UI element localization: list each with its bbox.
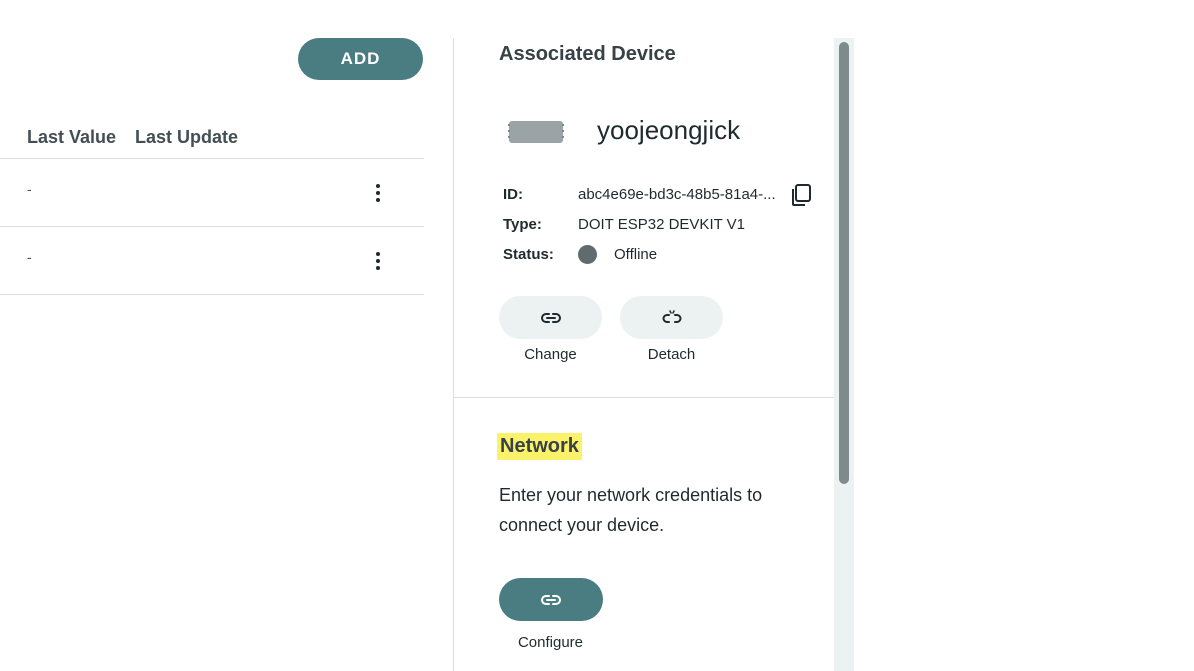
configure-network-button[interactable] [499, 578, 603, 621]
last-value-cell: - [27, 181, 32, 197]
link-icon [541, 594, 561, 605]
unlink-icon [662, 309, 681, 323]
status-offline-indicator [578, 245, 597, 264]
table-header: Last Value Last Update [0, 116, 424, 159]
status-label: Status: [503, 246, 554, 263]
link-icon [540, 312, 561, 323]
detach-label: Detach [647, 346, 696, 363]
section-divider [454, 397, 835, 398]
table-row[interactable]: - [0, 159, 424, 227]
id-label: ID: [503, 186, 523, 203]
table-row[interactable]: - [0, 227, 424, 295]
copy-icon[interactable] [788, 182, 814, 208]
type-label: Type: [503, 216, 542, 233]
network-description: Enter your network credentials to connec… [499, 485, 763, 535]
change-device-button[interactable] [499, 296, 602, 339]
device-board-icon [508, 121, 564, 143]
device-name: yoojeongjick [597, 115, 741, 145]
device-type-value: DOIT ESP32 DEVKIT V1 [578, 216, 746, 233]
last-value-cell: - [27, 249, 32, 265]
status-value: Offline [614, 246, 658, 263]
change-label: Change [524, 346, 577, 363]
more-vertical-icon[interactable] [366, 249, 390, 273]
detach-device-button[interactable] [620, 296, 723, 339]
more-vertical-icon[interactable] [366, 181, 390, 205]
column-header-last-value[interactable]: Last Value [27, 127, 116, 148]
add-button[interactable]: ADD [298, 38, 423, 80]
device-side-panel: Associated Device yoojeongjick ID: abc4e… [453, 38, 835, 671]
configure-label: Configure [517, 634, 584, 651]
scrollbar-thumb[interactable] [839, 42, 849, 484]
network-title: Network [497, 433, 582, 460]
column-header-last-update[interactable]: Last Update [135, 127, 238, 148]
associated-device-title: Associated Device [499, 43, 676, 65]
device-id-value: abc4e69e-bd3c-48b5-81a4-... [578, 186, 776, 203]
panel-scrollbar[interactable] [834, 38, 854, 671]
